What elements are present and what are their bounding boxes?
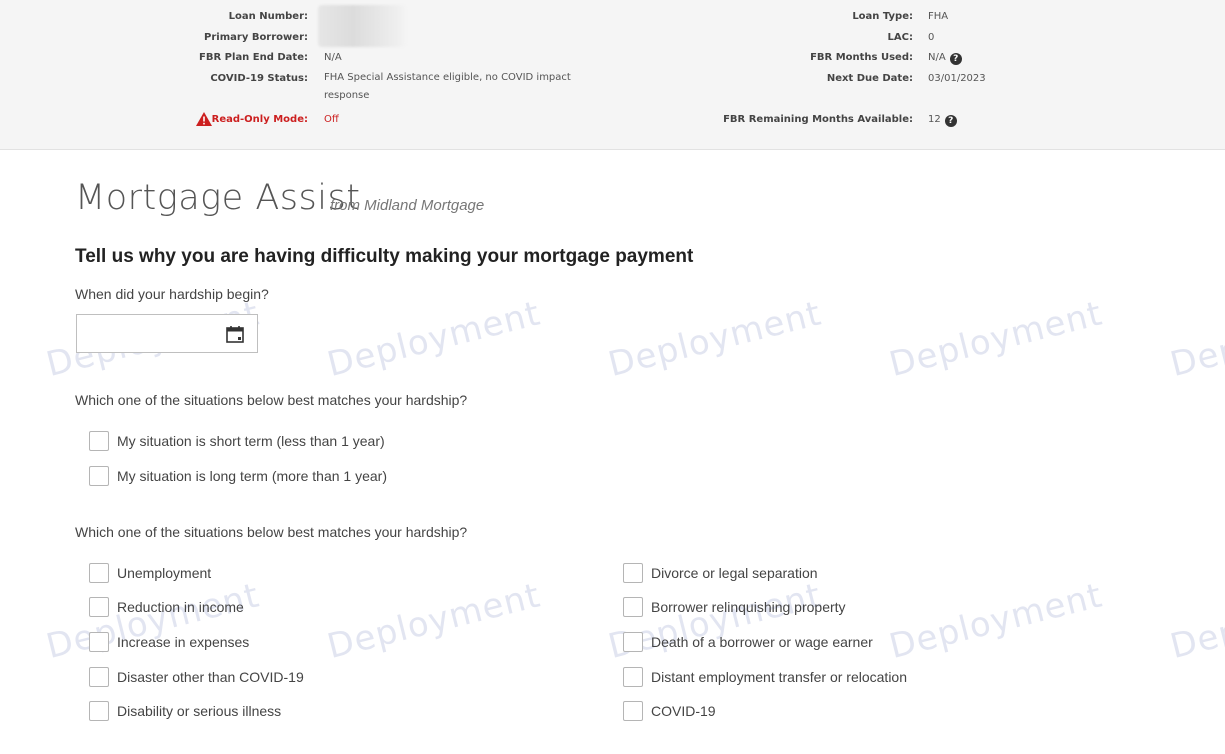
watermark: Deployment (885, 293, 1107, 385)
app-subtitle: from Midland Mortgage (330, 197, 485, 214)
checkbox[interactable] (89, 667, 109, 687)
fbr-remaining-value: 12 (928, 114, 941, 125)
redacted-borrower-info (318, 5, 406, 47)
fbr-remaining-label: FBR Remaining Months Available: (723, 114, 913, 125)
checkbox[interactable] (623, 632, 643, 652)
watermark: Deployment (323, 293, 545, 385)
reason-option[interactable]: Disability or serious illness (89, 700, 281, 722)
checkbox[interactable] (623, 597, 643, 617)
checkbox[interactable] (89, 563, 109, 583)
watermark: Deployment (604, 293, 826, 385)
loan-type-label: Loan Type: (852, 11, 913, 22)
watermark: Deployment (1166, 575, 1225, 667)
app-title: Mortgage Assist (75, 178, 361, 218)
section-heading: Tell us why you are having difficulty ma… (75, 246, 694, 267)
option-label: Disability or serious illness (117, 703, 282, 719)
option-label: Divorce or legal separation (651, 565, 818, 581)
watermark: Deployment (42, 575, 264, 667)
option-label: Distant employment transfer or relocatio… (651, 669, 907, 685)
watermark: Deployment (885, 575, 1107, 667)
checkbox[interactable] (89, 597, 109, 617)
next-due-date-value: 03/01/2023 (928, 73, 986, 84)
fbr-plan-end-label: FBR Plan End Date: (199, 52, 308, 63)
reason-option[interactable]: COVID-19 (623, 700, 716, 722)
calendar-icon[interactable] (225, 324, 245, 344)
fbr-months-used-row: N/A? (928, 52, 962, 65)
watermark: Deployment (323, 575, 545, 667)
fbr-remaining-row: 12? (928, 114, 957, 127)
reason-option[interactable]: Unemployment (89, 562, 211, 584)
hardship-reason-question: Which one of the situations below best m… (75, 524, 468, 540)
warning-icon (196, 112, 212, 126)
loan-type-value: FHA (928, 11, 949, 22)
reason-option[interactable]: Distant employment transfer or relocatio… (623, 666, 907, 688)
checkbox[interactable] (623, 667, 643, 687)
watermark: Deployment (1166, 293, 1225, 385)
help-icon[interactable]: ? (949, 53, 962, 65)
help-icon[interactable]: ? (944, 115, 957, 127)
next-due-date-label: Next Due Date: (826, 73, 913, 84)
option-label: Unemployment (117, 565, 212, 581)
reason-option[interactable]: Borrower relinquishing property (623, 596, 846, 618)
covid-status-value: FHA Special Assistance eligible, no COVI… (324, 72, 571, 101)
covid-status-label: COVID-19 Status: (210, 73, 308, 84)
reason-option[interactable]: Reduction in income (89, 596, 244, 618)
option-label: Reduction in income (117, 599, 244, 615)
duration-option[interactable]: My situation is long term (more than 1 y… (89, 465, 387, 487)
hardship-duration-question: Which one of the situations below best m… (75, 392, 468, 408)
checkbox[interactable] (623, 563, 643, 583)
hardship-start-question: When did your hardship begin? (75, 286, 269, 302)
checkbox[interactable] (89, 431, 109, 451)
fbr-plan-end-value: N/A (324, 52, 342, 63)
checkbox[interactable] (89, 466, 109, 486)
loan-number-label: Loan Number: (228, 11, 308, 22)
option-label: Increase in expenses (117, 634, 250, 650)
fbr-months-used-value: N/A (928, 52, 946, 63)
option-label: My situation is short term (less than 1 … (117, 433, 385, 449)
read-only-mode-label: Read-Only Mode: (211, 114, 308, 125)
option-label: My situation is long term (more than 1 y… (117, 468, 387, 484)
fbr-months-used-label: FBR Months Used: (810, 52, 913, 63)
reason-option[interactable]: Death of a borrower or wage earner (623, 631, 873, 653)
primary-borrower-label: Primary Borrower: (204, 32, 308, 43)
lac-label: LAC: (887, 32, 913, 43)
loan-info-panel: Loan Number: Primary Borrower: FBR Plan … (0, 0, 1225, 150)
reason-option[interactable]: Increase in expenses (89, 631, 249, 653)
option-label: Death of a borrower or wage earner (651, 634, 873, 650)
lac-value: 0 (928, 32, 935, 43)
option-label: COVID-19 (651, 703, 716, 719)
option-label: Disaster other than COVID-19 (117, 669, 304, 685)
checkbox[interactable] (89, 632, 109, 652)
read-only-mode-value: Off (324, 114, 339, 125)
checkbox[interactable] (89, 701, 109, 721)
duration-option[interactable]: My situation is short term (less than 1 … (89, 430, 385, 452)
watermark: Deployment (604, 575, 826, 667)
option-label: Borrower relinquishing property (651, 599, 846, 615)
checkbox[interactable] (623, 701, 643, 721)
reason-option[interactable]: Divorce or legal separation (623, 562, 818, 584)
reason-option[interactable]: Disaster other than COVID-19 (89, 666, 304, 688)
